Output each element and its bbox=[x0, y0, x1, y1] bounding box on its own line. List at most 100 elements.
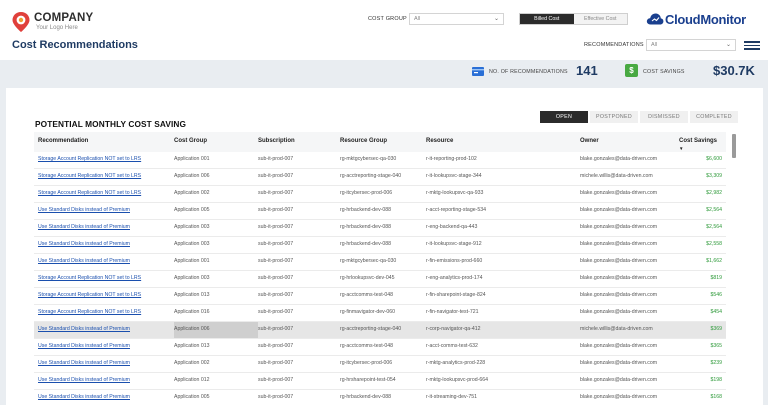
table-row[interactable]: Storage Account Replication NOT set to L… bbox=[34, 288, 726, 305]
recommendation-link[interactable]: Storage Account Replication NOT set to L… bbox=[38, 156, 141, 162]
resource-cell: r-it-streaming-dev-751 bbox=[426, 394, 478, 400]
subscription-cell: sub-it-prod-007 bbox=[258, 207, 294, 213]
resource-cell: r-it-lookupsvc-stage-912 bbox=[426, 241, 482, 247]
tab-open[interactable]: OPEN bbox=[540, 111, 588, 123]
tab-dismissed[interactable]: DISMISSED bbox=[640, 111, 688, 123]
resource-cell: r-fin-sharepoint-stage-824 bbox=[426, 292, 486, 298]
cloud-icon bbox=[646, 13, 664, 25]
table-row[interactable]: Use Standard Disks instead of Premium App… bbox=[34, 237, 726, 254]
menu-icon[interactable] bbox=[744, 41, 760, 50]
cost-savings-cell: $369 bbox=[710, 326, 722, 332]
billed-cost-button[interactable]: Billed Cost bbox=[520, 14, 574, 24]
recommendations-value: All bbox=[651, 42, 658, 48]
table-row[interactable]: Use Standard Disks instead of Premium App… bbox=[34, 390, 726, 405]
column-header-cost-group[interactable]: Cost Group bbox=[174, 138, 207, 144]
table-row[interactable]: Use Standard Disks instead of Premium App… bbox=[34, 373, 726, 390]
cost-group-value: All bbox=[414, 16, 421, 22]
column-header-subscription[interactable]: Subscription bbox=[258, 138, 295, 144]
resource-group-cell: rg-hrbackend-dev-088 bbox=[340, 241, 392, 247]
cost-group-cell: Application 003 bbox=[174, 275, 210, 281]
cost-group-cell: Application 002 bbox=[174, 190, 210, 196]
cost-mode-toggle: Billed Cost Effective Cost bbox=[519, 13, 628, 25]
subscription-cell: sub-it-prod-007 bbox=[258, 224, 294, 230]
cost-savings-cell: $2,982 bbox=[706, 190, 722, 196]
recommendation-link[interactable]: Use Standard Disks instead of Premium bbox=[38, 326, 130, 332]
cost-savings-cell: $1,662 bbox=[706, 258, 722, 264]
resource-group-cell: rg-hrbackend-dev-088 bbox=[340, 207, 392, 213]
recommendation-link[interactable]: Use Standard Disks instead of Premium bbox=[38, 360, 130, 366]
recommendation-link[interactable]: Use Standard Disks instead of Premium bbox=[38, 343, 130, 349]
brand-name: CloudMonitor bbox=[665, 12, 746, 27]
tab-completed[interactable]: COMPLETED bbox=[690, 111, 738, 123]
resource-cell: r-mktg-analytics-prod-228 bbox=[426, 360, 486, 366]
recommendation-link[interactable]: Use Standard Disks instead of Premium bbox=[38, 394, 130, 400]
column-header-owner[interactable]: Owner bbox=[580, 138, 599, 144]
effective-cost-button[interactable]: Effective Cost bbox=[573, 14, 627, 24]
column-header-cost-savings[interactable]: Cost Savings bbox=[679, 138, 717, 144]
subscription-cell: sub-it-prod-007 bbox=[258, 292, 294, 298]
resource-cell: r-eng-analytics-prod-174 bbox=[426, 275, 483, 281]
recommendation-link[interactable]: Use Standard Disks instead of Premium bbox=[38, 241, 130, 247]
recommendation-link[interactable]: Use Standard Disks instead of Premium bbox=[38, 224, 130, 230]
cost-group-cell: Application 013 bbox=[174, 292, 210, 298]
column-header-resource[interactable]: Resource bbox=[426, 138, 453, 144]
table-body: Storage Account Replication NOT set to L… bbox=[34, 152, 726, 405]
table-row[interactable]: Use Standard Disks instead of Premium App… bbox=[34, 339, 726, 356]
cost-savings-cell: $365 bbox=[710, 343, 722, 349]
cost-savings-cell: $546 bbox=[710, 292, 722, 298]
cost-savings-cell: $239 bbox=[710, 360, 722, 366]
resource-group-cell: rg-acctreporting-stage-040 bbox=[340, 173, 402, 179]
table-row[interactable]: Use Standard Disks instead of Premium App… bbox=[34, 322, 726, 339]
table-row[interactable]: Use Standard Disks instead of Premium App… bbox=[34, 254, 726, 271]
recommendation-link[interactable]: Storage Account Replication NOT set to L… bbox=[38, 173, 141, 179]
recommendations-count-value: 141 bbox=[576, 63, 598, 78]
subscription-cell: sub-it-prod-007 bbox=[258, 190, 294, 196]
tab-postponed[interactable]: POSTPONED bbox=[590, 111, 638, 123]
column-header-resource-group[interactable]: Resource Group bbox=[340, 138, 387, 144]
subscription-cell: sub-it-prod-007 bbox=[258, 258, 294, 264]
subscription-cell: sub-it-prod-007 bbox=[258, 275, 294, 281]
cost-savings-cell: $198 bbox=[710, 377, 722, 383]
cost-group-cell: Application 013 bbox=[174, 343, 210, 349]
table-row[interactable]: Storage Account Replication NOT set to L… bbox=[34, 305, 726, 322]
subscription-cell: sub-it-prod-007 bbox=[258, 360, 294, 366]
subscription-cell: sub-it-prod-007 bbox=[258, 156, 294, 162]
table-row[interactable]: Use Standard Disks instead of Premium App… bbox=[34, 220, 726, 237]
cost-group-select[interactable]: All ⌄ bbox=[409, 13, 504, 25]
recommendation-link[interactable]: Storage Account Replication NOT set to L… bbox=[38, 309, 141, 315]
cost-group-cell: Application 002 bbox=[174, 360, 210, 366]
sort-descending-icon[interactable]: ▼ bbox=[679, 146, 683, 151]
cost-savings-cell: $2,558 bbox=[706, 241, 722, 247]
resource-group-cell: rg-mktgcybersec-qa-030 bbox=[340, 156, 397, 162]
cost-savings-value: $30.7K bbox=[713, 63, 755, 78]
cost-group-cell: Application 005 bbox=[174, 207, 210, 213]
subscription-cell: sub-it-prod-007 bbox=[258, 394, 294, 400]
table-row[interactable]: Storage Account Replication NOT set to L… bbox=[34, 152, 726, 169]
table-row[interactable]: Storage Account Replication NOT set to L… bbox=[34, 186, 726, 203]
cost-savings-cell: $2,564 bbox=[706, 207, 722, 213]
recommendation-link[interactable]: Storage Account Replication NOT set to L… bbox=[38, 292, 141, 298]
table-row[interactable]: Use Standard Disks instead of Premium App… bbox=[34, 356, 726, 373]
recommendations-icon bbox=[472, 67, 484, 76]
recommendation-link[interactable]: Storage Account Replication NOT set to L… bbox=[38, 275, 141, 281]
cost-savings-cell: $6,600 bbox=[706, 156, 722, 162]
table-row[interactable]: Use Standard Disks instead of Premium App… bbox=[34, 203, 726, 220]
resource-cell: r-acct-comms-test-632 bbox=[426, 343, 478, 349]
table-scrollbar[interactable] bbox=[732, 134, 736, 158]
cost-group-cell: Application 016 bbox=[174, 309, 210, 315]
subscription-cell: sub-it-prod-007 bbox=[258, 343, 294, 349]
recommendation-link[interactable]: Use Standard Disks instead of Premium bbox=[38, 258, 130, 264]
column-header-recommendation[interactable]: Recommendation bbox=[38, 138, 88, 144]
subscription-cell: sub-it-prod-007 bbox=[258, 241, 294, 247]
subscription-cell: sub-it-prod-007 bbox=[258, 377, 294, 383]
recommendation-link[interactable]: Storage Account Replication NOT set to L… bbox=[38, 190, 141, 196]
recommendation-link[interactable]: Use Standard Disks instead of Premium bbox=[38, 207, 130, 213]
table-row[interactable]: Storage Account Replication NOT set to L… bbox=[34, 271, 726, 288]
table-row[interactable]: Storage Account Replication NOT set to L… bbox=[34, 169, 726, 186]
resource-group-cell: rg-itcybersec-prod-006 bbox=[340, 190, 393, 196]
resource-group-cell: rg-hrbackend-dev-088 bbox=[340, 394, 392, 400]
cost-group-cell: Application 006 bbox=[174, 322, 258, 338]
recommendations-select[interactable]: All ⌄ bbox=[646, 39, 736, 51]
recommendation-link[interactable]: Use Standard Disks instead of Premium bbox=[38, 377, 130, 383]
resource-group-cell: rg-finmavigator-dev-060 bbox=[340, 309, 396, 315]
